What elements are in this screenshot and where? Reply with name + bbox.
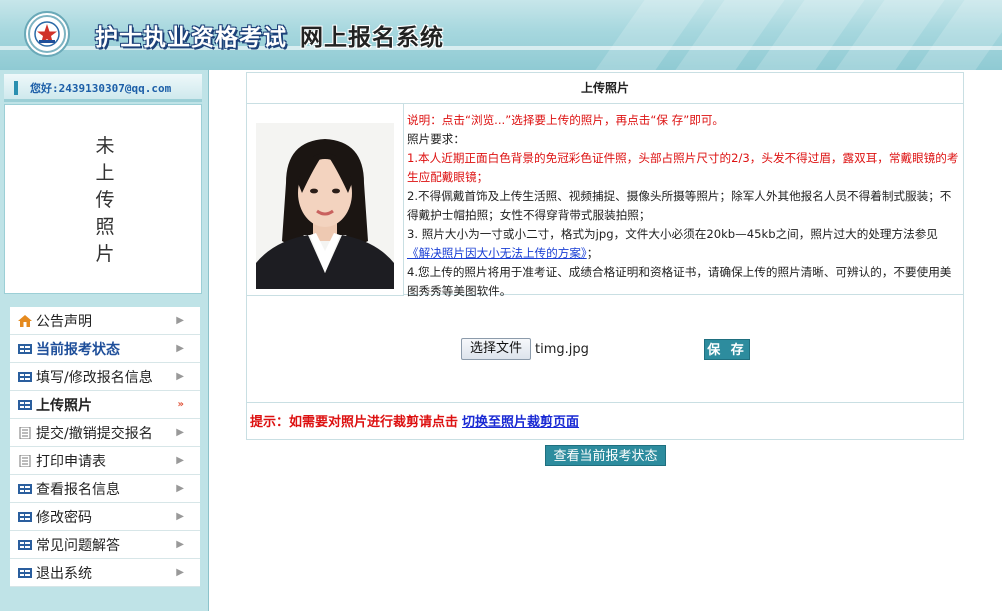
selected-file-name: timg.jpg bbox=[535, 342, 589, 357]
list-icon bbox=[18, 399, 32, 410]
list-icon bbox=[18, 539, 32, 550]
panel-title: 上传照片 bbox=[247, 73, 963, 104]
choose-file-button[interactable]: 选择文件 bbox=[461, 338, 531, 360]
sidebar-item-label: 退出系统 bbox=[36, 565, 92, 582]
list-icon bbox=[18, 511, 32, 522]
requirements-heading: 照片要求： bbox=[407, 132, 465, 146]
exam-emblem-icon bbox=[24, 11, 70, 57]
photo-size-solution-link[interactable]: 《解决照片因大小无法上传的方案》 bbox=[407, 246, 587, 260]
sidebar-item-print-form[interactable]: 打印申请表 ▶ bbox=[10, 447, 200, 475]
system-title-sub: 网上报名系统 bbox=[300, 25, 444, 51]
uploaded-photo-preview bbox=[256, 123, 394, 289]
requirement-3-end: ； bbox=[586, 246, 599, 260]
sidebar-item-submit-application[interactable]: 提交/撤销提交报名 ▶ bbox=[10, 419, 200, 447]
switch-to-crop-link[interactable]: 切换至照片裁剪页面 bbox=[462, 415, 579, 430]
system-title-main: 护士执业资格考试 bbox=[95, 25, 287, 51]
list-icon bbox=[18, 371, 32, 382]
list-icon bbox=[18, 343, 32, 354]
save-button[interactable]: 保 存 bbox=[704, 339, 750, 360]
view-current-status-button[interactable]: 查看当前报考状态 bbox=[545, 445, 666, 466]
chevron-right-icon: ▶ bbox=[176, 567, 184, 578]
photo-preview-cell bbox=[247, 104, 404, 296]
document-icon bbox=[19, 454, 31, 467]
sidebar-item-upload-photo[interactable]: 上传照片 » bbox=[10, 391, 200, 419]
sidebar-item-logout[interactable]: 退出系统 ▶ bbox=[10, 559, 200, 587]
photo-requirements: 说明：点击“浏览...”选择要上传的照片，再点击“保 存”即可。 照片要求： 1… bbox=[404, 104, 963, 298]
chevron-right-icon: ▶ bbox=[176, 483, 184, 494]
user-greeting: 您好:2439130307@qq.com bbox=[4, 74, 202, 102]
requirement-3: 3. 照片大小为一寸或小二寸，格式为jpg，文件大小必须在20kb—45kb之间… bbox=[407, 225, 961, 263]
chevron-right-icon: ▶ bbox=[176, 315, 184, 326]
sidebar-menu: 公告声明 ▶ 当前报考状态 ▶ 填写/修改报名信息 ▶ 上传照片 » 提交/撤销… bbox=[10, 307, 200, 587]
upload-controls: 选择文件 timg.jpg 保 存 bbox=[247, 296, 963, 403]
photo-placeholder-text: 未上传照片 bbox=[95, 135, 115, 265]
list-icon bbox=[18, 483, 32, 494]
requirement-2: 2.不得佩戴首饰及上传生活照、视频捕捉、摄像头所摄等照片；除军人外其他报名人员不… bbox=[407, 189, 952, 222]
document-icon bbox=[19, 426, 31, 439]
chevron-right-icon: ▶ bbox=[176, 371, 184, 382]
header-banner: 护士执业资格考试 网上报名系统 bbox=[0, 0, 1002, 70]
chevron-right-icon: ▶ bbox=[176, 539, 184, 550]
requirement-3-text: 3. 照片大小为一寸或小二寸，格式为jpg，文件大小必须在20kb—45kb之间… bbox=[407, 227, 938, 241]
requirement-1: 1.本人近期正面白色背景的免冠彩色证件照，头部占照片尺寸的2/3，头发不得过眉，… bbox=[407, 151, 959, 184]
sidebar-item-current-status[interactable]: 当前报考状态 ▶ bbox=[10, 335, 200, 363]
sidebar-item-announcement[interactable]: 公告声明 ▶ bbox=[10, 307, 200, 335]
chevron-right-icon: » bbox=[177, 399, 184, 410]
sidebar-item-edit-info[interactable]: 填写/修改报名信息 ▶ bbox=[10, 363, 200, 391]
sidebar-item-label: 当前报考状态 bbox=[36, 341, 120, 358]
chevron-right-icon: ▶ bbox=[176, 455, 184, 466]
sidebar-item-label: 修改密码 bbox=[36, 509, 92, 526]
sidebar-item-label: 填写/修改报名信息 bbox=[36, 369, 153, 386]
list-icon bbox=[18, 567, 32, 578]
user-photo-placeholder: 未上传照片 bbox=[4, 104, 202, 294]
sidebar-item-label: 提交/撤销提交报名 bbox=[36, 425, 153, 442]
chevron-right-icon: ▶ bbox=[176, 511, 184, 522]
sidebar-item-view-info[interactable]: 查看报名信息 ▶ bbox=[10, 475, 200, 503]
sidebar-item-label: 公告声明 bbox=[36, 313, 92, 330]
instruction-text: 说明：点击“浏览...”选择要上传的照片，再点击“保 存”即可。 bbox=[407, 113, 725, 127]
home-icon bbox=[18, 314, 32, 327]
sidebar-item-faq[interactable]: 常见问题解答 ▶ bbox=[10, 531, 200, 559]
crop-tip-text: 提示：如需要对照片进行裁剪请点击 bbox=[250, 415, 459, 430]
sidebar-item-label: 上传照片 bbox=[36, 397, 92, 414]
sidebar-item-label: 查看报名信息 bbox=[36, 481, 120, 498]
chevron-right-icon: ▶ bbox=[176, 343, 184, 354]
chevron-right-icon: ▶ bbox=[176, 427, 184, 438]
sidebar: 您好:2439130307@qq.com 未上传照片 公告声明 ▶ 当前报考状态… bbox=[0, 70, 209, 611]
upload-photo-panel: 上传照片 说明：点击“浏览...”选择要上传的照片，再点击“保 存”即可。 照片… bbox=[246, 72, 964, 440]
crop-tip: 提示：如需要对照片进行裁剪请点击 切换至照片裁剪页面 bbox=[250, 411, 579, 430]
sidebar-item-label: 常见问题解答 bbox=[36, 537, 120, 554]
greeting-bar-icon bbox=[14, 81, 18, 95]
sidebar-item-label: 打印申请表 bbox=[36, 453, 106, 470]
sidebar-item-change-password[interactable]: 修改密码 ▶ bbox=[10, 503, 200, 531]
user-email: 您好:2439130307@qq.com bbox=[30, 82, 172, 95]
